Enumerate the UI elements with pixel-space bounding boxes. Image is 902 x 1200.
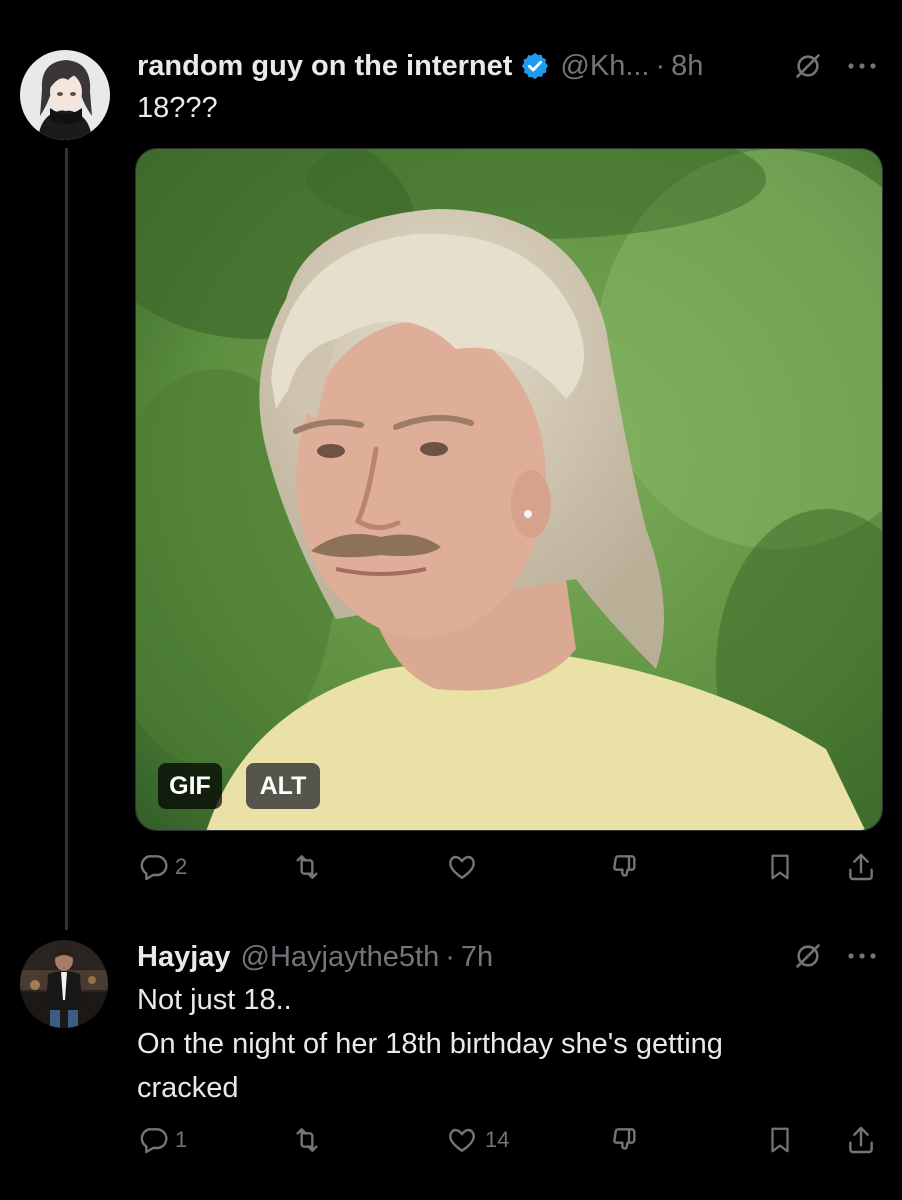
display-name[interactable]: random guy on the internet: [137, 50, 512, 83]
reply-button[interactable]: 2: [137, 851, 187, 883]
dislike-button[interactable]: [608, 851, 642, 883]
timestamp[interactable]: 8h: [671, 50, 703, 83]
anime-avatar-icon: [20, 50, 110, 140]
like-count: 14: [485, 1127, 510, 1152]
more-options-icon[interactable]: [842, 50, 882, 82]
bookmark-button[interactable]: [765, 851, 795, 883]
reply-icon: [140, 1128, 168, 1154]
dislike-icon: [613, 1128, 636, 1150]
tweet-text: 18???: [137, 92, 218, 124]
tweet-text-line: Not just 18..: [137, 984, 292, 1016]
bookmark-icon: [771, 854, 789, 880]
thread-connector-line: [65, 148, 68, 930]
reply-count: 1: [175, 1127, 188, 1152]
reply-icon: [140, 855, 168, 881]
gif-image: [136, 149, 882, 830]
heart-icon: [449, 855, 475, 879]
repost-button[interactable]: [290, 1124, 324, 1156]
grok-icon[interactable]: [790, 940, 826, 972]
display-name[interactable]: Hayjay: [137, 941, 231, 974]
person-avatar-icon: [20, 940, 108, 1028]
repost-icon: [296, 855, 318, 879]
like-button[interactable]: [445, 851, 479, 883]
timestamp[interactable]: 7h: [461, 941, 493, 974]
repost-icon: [296, 1128, 318, 1152]
dislike-icon: [613, 855, 636, 877]
separator-dot: ·: [655, 49, 666, 82]
tweet-header: random guy on the internet @Kh... · 8h: [137, 46, 703, 86]
bookmark-icon: [771, 1127, 789, 1153]
dislike-button[interactable]: [608, 1124, 642, 1156]
tweet-text: Not just 18.. On the night of her 18th b…: [137, 978, 723, 1110]
like-button[interactable]: 14: [445, 1124, 509, 1156]
share-button[interactable]: [845, 851, 877, 883]
bookmark-button[interactable]: [765, 1124, 795, 1156]
handle[interactable]: @Kh...: [560, 50, 649, 83]
heart-icon: [449, 1128, 475, 1152]
reply-button[interactable]: 1: [137, 1124, 187, 1156]
alt-text-button[interactable]: ALT: [246, 763, 320, 809]
avatar[interactable]: [20, 940, 108, 1028]
reply-count: 2: [175, 854, 188, 879]
share-button[interactable]: [845, 1124, 877, 1156]
more-options-icon[interactable]: [842, 940, 882, 972]
tweet-header: Hayjay @Hayjaythe5th · 7h: [137, 937, 493, 977]
gif-media[interactable]: [135, 148, 883, 831]
tweet-text-line: cracked: [137, 1072, 239, 1104]
share-icon: [849, 853, 873, 881]
tweet-text-line: On the night of her 18th birthday she's …: [137, 1028, 723, 1060]
repost-button[interactable]: [290, 851, 324, 883]
separator-dot: ·: [445, 940, 455, 973]
share-icon: [849, 1126, 873, 1154]
avatar[interactable]: [20, 50, 110, 140]
grok-icon[interactable]: [790, 50, 826, 82]
handle[interactable]: @Hayjaythe5th: [241, 941, 440, 974]
gif-badge: GIF: [158, 763, 222, 809]
verified-badge-icon: [520, 51, 550, 81]
